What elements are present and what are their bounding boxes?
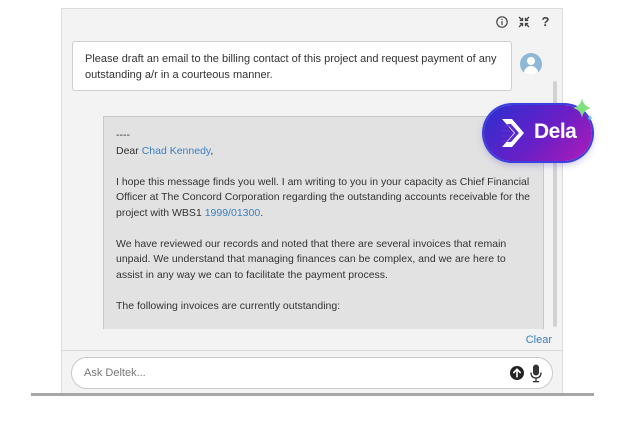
microphone-icon[interactable] — [530, 364, 542, 383]
info-icon[interactable] — [495, 15, 508, 28]
bottom-bar — [31, 393, 594, 396]
sparkle-icon — [573, 98, 593, 121]
user-icon — [520, 53, 542, 75]
reply-paragraph-3: The following invoices are currently out… — [116, 299, 341, 312]
reply-separator: ---- — [116, 129, 130, 141]
ask-box — [71, 357, 553, 389]
divider — [62, 350, 562, 351]
ask-input[interactable] — [84, 365, 484, 381]
collapse-arrows-icon[interactable] — [517, 15, 530, 28]
assistant-reply: ---- Dear Chad Kennedy, I hope this mess… — [103, 116, 544, 329]
send-arrow-icon[interactable] — [510, 366, 524, 380]
contact-link[interactable]: Chad Kennedy — [142, 145, 211, 157]
dela-logo-icon — [502, 119, 524, 147]
user-message: Please draft an email to the billing con… — [72, 41, 512, 91]
chat-panel: ? Please draft an email to the billing c… — [61, 8, 563, 394]
reply-paragraph-1: I hope this message finds you well. I am… — [116, 175, 531, 219]
help-icon[interactable]: ? — [539, 15, 552, 28]
dela-label: Dela — [534, 120, 577, 143]
reply-paragraph-2: We have reviewed our records and noted t… — [116, 237, 507, 281]
clear-button[interactable]: Clear — [526, 334, 552, 346]
reply-greeting: Dear Chad Kennedy, — [116, 144, 214, 157]
chat-toolbar: ? — [495, 15, 552, 28]
wbs-link[interactable]: 1999/01300 — [205, 207, 260, 219]
